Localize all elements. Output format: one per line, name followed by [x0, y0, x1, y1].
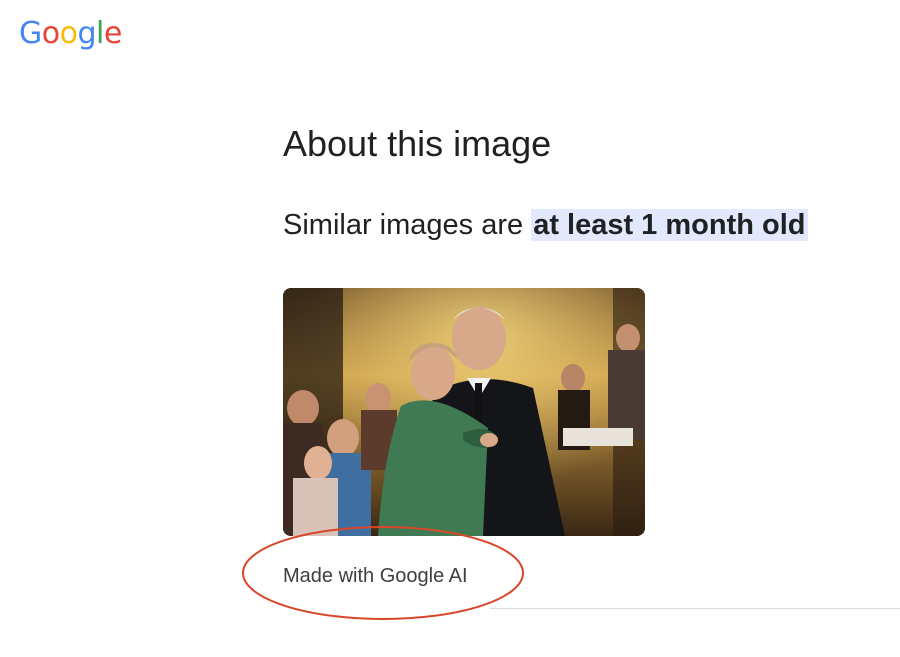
image-age-prefix: Similar images are [283, 209, 532, 241]
annotation-circle-icon [242, 526, 524, 620]
logo-letter: o [41, 16, 60, 51]
logo-letter: e [103, 16, 122, 51]
couple-dancing-photo-icon [283, 288, 645, 536]
image-age-line: Similar images are at least 1 month old [283, 205, 808, 245]
logo-letter: l [96, 16, 104, 51]
image-age-highlight: at least 1 month old [531, 209, 808, 241]
logo-letter: g [77, 16, 97, 51]
page-title: About this image [283, 123, 552, 164]
google-logo[interactable]: Google [19, 14, 122, 54]
divider [490, 608, 900, 609]
image-preview[interactable] [283, 288, 645, 536]
logo-letter: G [19, 16, 42, 51]
logo-letter: o [59, 16, 78, 51]
